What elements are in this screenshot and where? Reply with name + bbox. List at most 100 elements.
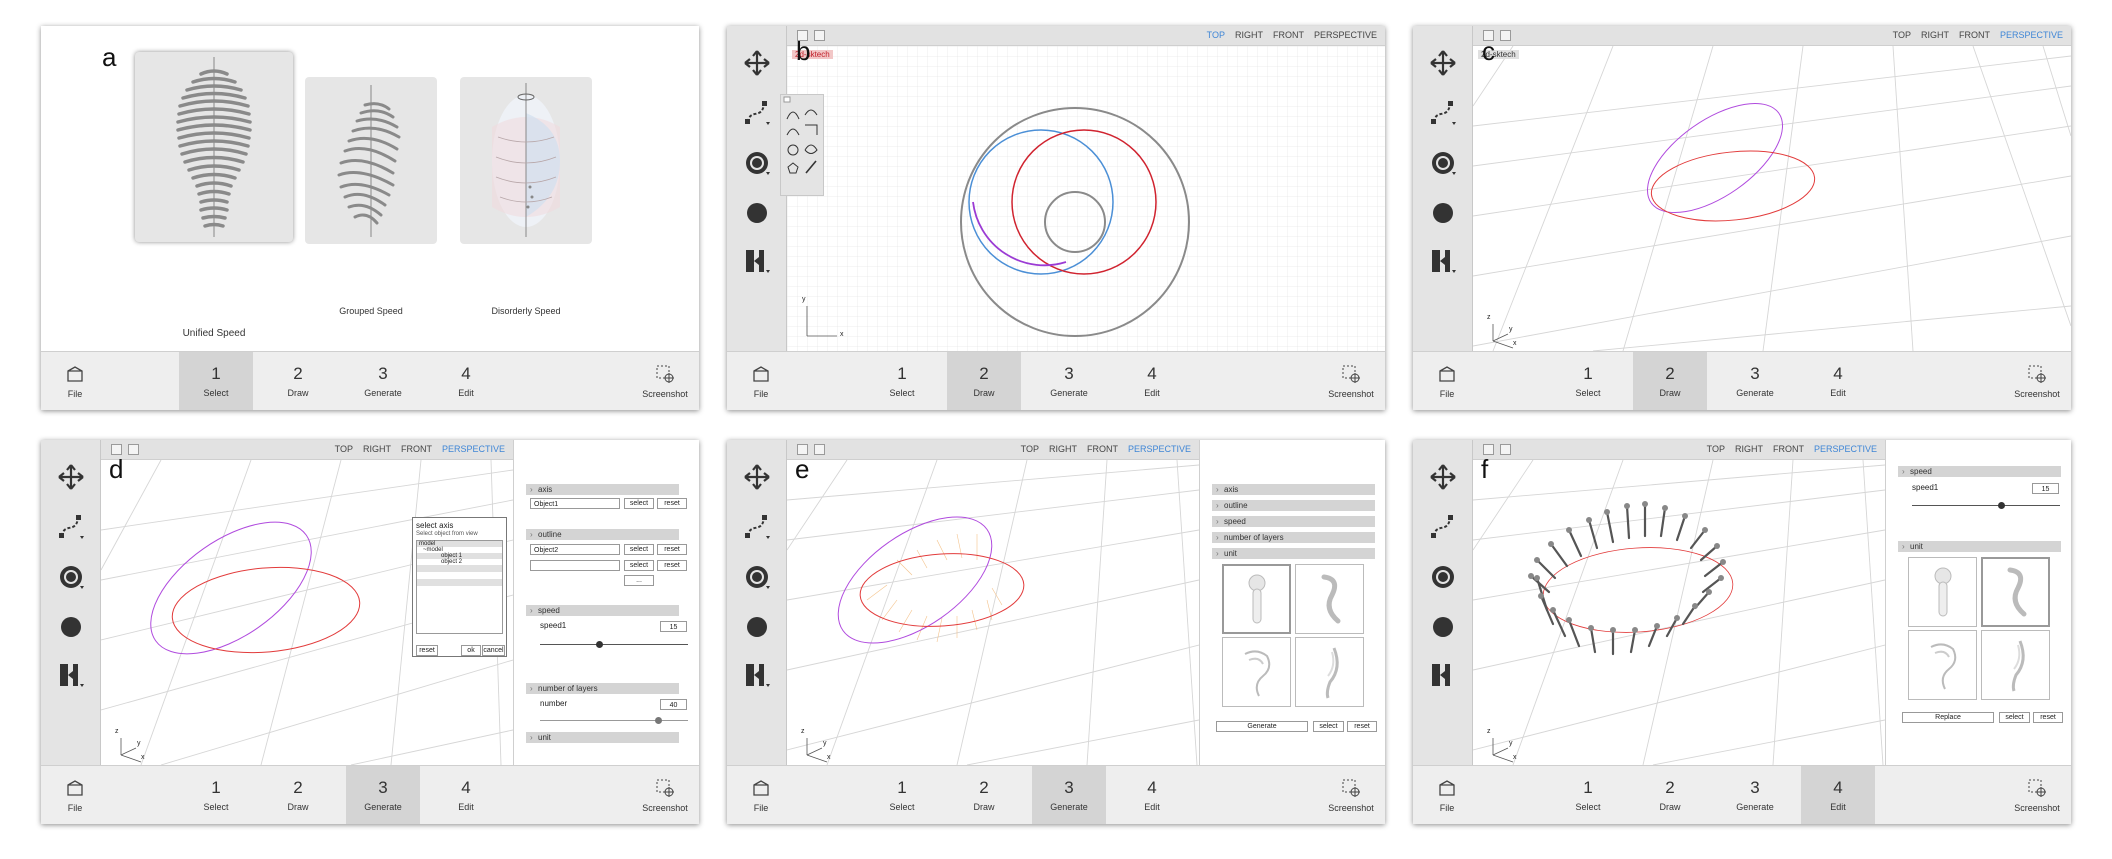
solid-tool[interactable] — [1426, 610, 1460, 644]
ring-tool[interactable] — [54, 560, 88, 594]
tab-edit[interactable]: 4 Edit — [1115, 352, 1189, 410]
screenshot-button[interactable]: Screenshot — [1321, 766, 1381, 824]
outline-reset-button[interactable]: reset — [657, 544, 687, 555]
tab-draw[interactable]: 2 Draw — [947, 766, 1021, 824]
curve-tool[interactable] — [1426, 96, 1460, 130]
unit-select-button[interactable]: select — [1999, 712, 2030, 723]
unit-option-shell[interactable] — [1908, 630, 1977, 700]
disorderly-speed-thumbnail[interactable] — [460, 77, 592, 244]
dialog-cancel-button[interactable]: cancel — [482, 645, 505, 656]
outline-more-button[interactable]: ... — [624, 575, 654, 586]
tab-draw[interactable]: 2 Draw — [1633, 766, 1707, 824]
view-perspective[interactable]: PERSPECTIVE — [1314, 30, 1377, 40]
section-number-of-layers[interactable]: number of layers — [1212, 532, 1375, 543]
file-button[interactable]: File — [731, 352, 791, 410]
tab-edit[interactable]: 4 Edit — [429, 352, 503, 410]
unit-option-leaf[interactable] — [1981, 630, 2050, 700]
view-right[interactable]: RIGHT — [1235, 30, 1263, 40]
unit-option-swirl[interactable] — [1295, 564, 1364, 634]
view-front[interactable]: FRONT — [1273, 30, 1304, 40]
generate-button[interactable]: Generate — [1216, 721, 1308, 732]
solid-tool[interactable] — [740, 610, 774, 644]
section-tool[interactable] — [54, 658, 88, 692]
unified-speed-thumbnail[interactable] — [135, 52, 293, 242]
tab-generate[interactable]: 3 Generate — [1032, 352, 1106, 410]
view-top[interactable]: TOP — [1207, 30, 1225, 40]
view-perspective[interactable]: PERSPECTIVE — [2000, 30, 2063, 40]
speed-value-field[interactable]: 15 — [660, 621, 687, 632]
tab-select[interactable]: 1 Select — [1551, 352, 1625, 410]
outline-select-button[interactable]: select — [624, 544, 654, 555]
file-button[interactable]: File — [731, 766, 791, 824]
file-button[interactable]: File — [1417, 766, 1477, 824]
tab-generate[interactable]: 3 Generate — [346, 766, 420, 824]
speed-slider[interactable] — [1912, 501, 2060, 511]
tab-select[interactable]: 1 Select — [865, 766, 939, 824]
solid-tool[interactable] — [740, 196, 774, 230]
replace-button[interactable]: Replace — [1902, 712, 1994, 723]
unit-reset-button[interactable]: reset — [1347, 721, 1377, 732]
grouped-speed-thumbnail[interactable] — [305, 77, 437, 244]
section-unit[interactable]: unit — [1898, 541, 2061, 552]
viewport-perspective[interactable]: z y x — [787, 460, 1199, 765]
section-outline[interactable]: outline — [526, 529, 679, 540]
ring-tool[interactable] — [740, 146, 774, 180]
tab-select[interactable]: 1 Select — [865, 352, 939, 410]
window-icon[interactable] — [1500, 30, 1511, 41]
section-speed[interactable]: speed — [526, 605, 679, 616]
curve-tool[interactable] — [740, 510, 774, 544]
move-tool[interactable] — [1426, 460, 1460, 494]
viewport-perspective[interactable]: z y x — [1473, 460, 1885, 765]
tab-edit[interactable]: 4 Edit — [1115, 766, 1189, 824]
axis-object-field[interactable]: Object1 — [530, 498, 620, 509]
view-front[interactable]: FRONT — [401, 444, 432, 454]
view-right[interactable]: RIGHT — [363, 444, 391, 454]
screenshot-button[interactable]: Screenshot — [635, 766, 695, 824]
section-axis[interactable]: axis — [1212, 484, 1375, 495]
view-top[interactable]: TOP — [1893, 30, 1911, 40]
tab-draw[interactable]: 2 Draw — [261, 766, 335, 824]
ring-tool[interactable] — [1426, 146, 1460, 180]
unit-option-knob[interactable] — [1908, 557, 1977, 627]
section-outline[interactable]: outline — [1212, 500, 1375, 511]
file-button[interactable]: File — [45, 766, 105, 824]
tab-generate[interactable]: 3 Generate — [1718, 766, 1792, 824]
unit-option-shell[interactable] — [1222, 637, 1291, 707]
solid-tool[interactable] — [54, 610, 88, 644]
section-speed[interactable]: speed — [1898, 466, 2061, 477]
unit-option-leaf[interactable] — [1295, 637, 1364, 707]
tab-select[interactable]: 1 Select — [179, 352, 253, 410]
unit-option-knob[interactable] — [1222, 564, 1291, 634]
unit-reset-button[interactable]: reset — [2033, 712, 2063, 723]
slider-knob[interactable] — [596, 641, 604, 648]
viewport-perspective[interactable]: z y x — [1473, 46, 2071, 351]
section-unit[interactable]: unit — [1212, 548, 1375, 559]
view-right[interactable]: RIGHT — [1735, 444, 1763, 454]
move-tool[interactable] — [1426, 46, 1460, 80]
screenshot-button[interactable]: Screenshot — [1321, 352, 1381, 410]
move-tool[interactable] — [740, 46, 774, 80]
tab-generate[interactable]: 3 Generate — [1032, 766, 1106, 824]
screenshot-button[interactable]: Screenshot — [635, 352, 695, 410]
window-icon[interactable] — [1500, 444, 1511, 455]
section-unit[interactable]: unit — [526, 732, 679, 743]
view-right[interactable]: RIGHT — [1049, 444, 1077, 454]
section-number-of-layers[interactable]: number of layers — [526, 683, 679, 694]
outline-reset-button-2[interactable]: reset — [657, 560, 687, 571]
tab-draw[interactable]: 2 Draw — [947, 352, 1021, 410]
tab-edit[interactable]: 4 Edit — [429, 766, 503, 824]
file-button[interactable]: File — [1417, 352, 1477, 410]
curve-tool[interactable] — [54, 510, 88, 544]
number-slider[interactable] — [540, 716, 688, 726]
tab-draw[interactable]: 2 Draw — [1633, 352, 1707, 410]
dialog-reset-button[interactable]: reset — [416, 645, 438, 656]
move-tool[interactable] — [54, 460, 88, 494]
outline-object-field-2[interactable] — [530, 560, 620, 571]
unit-select-button[interactable]: select — [1313, 721, 1344, 732]
tab-select[interactable]: 1 Select — [179, 766, 253, 824]
screenshot-button[interactable]: Screenshot — [2007, 766, 2067, 824]
dialog-ok-button[interactable]: ok — [461, 645, 481, 656]
ring-tool[interactable] — [1426, 560, 1460, 594]
view-front[interactable]: FRONT — [1773, 444, 1804, 454]
tab-edit[interactable]: 4 Edit — [1801, 766, 1875, 824]
